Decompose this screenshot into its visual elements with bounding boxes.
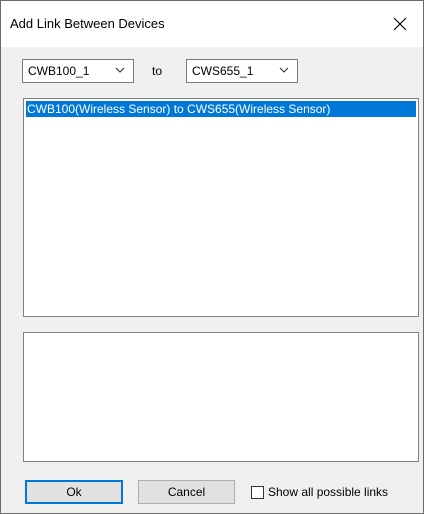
add-link-dialog: Add Link Between Devices CWB100_1 to CWS… bbox=[0, 0, 424, 514]
show-all-links-label: Show all possible links bbox=[268, 485, 389, 499]
cancel-button-label: Cancel bbox=[167, 485, 206, 499]
list-item[interactable]: CWB100(Wireless Sensor) to CWS655(Wirele… bbox=[26, 101, 416, 117]
from-device-value: CWB100_1 bbox=[28, 64, 90, 78]
link-details-box[interactable] bbox=[23, 332, 419, 462]
close-button[interactable] bbox=[377, 1, 423, 47]
to-label: to bbox=[152, 64, 163, 78]
dialog-title: Add Link Between Devices bbox=[10, 16, 165, 31]
ok-button-label: Ok bbox=[66, 485, 82, 499]
chevron-down-icon bbox=[115, 67, 125, 73]
from-device-dropdown[interactable]: CWB100_1 bbox=[22, 59, 134, 83]
cancel-button[interactable]: Cancel bbox=[138, 480, 235, 504]
to-device-value: CWS655_1 bbox=[192, 64, 254, 78]
ok-button[interactable]: Ok bbox=[25, 480, 123, 504]
to-device-dropdown[interactable]: CWS655_1 bbox=[186, 59, 298, 83]
close-icon bbox=[393, 17, 407, 31]
title-bar: Add Link Between Devices bbox=[1, 1, 423, 47]
links-listbox[interactable]: CWB100(Wireless Sensor) to CWS655(Wirele… bbox=[23, 98, 419, 317]
chevron-down-icon bbox=[279, 67, 289, 73]
show-all-links-checkbox[interactable] bbox=[251, 485, 264, 499]
show-all-links-option[interactable]: Show all possible links bbox=[251, 484, 388, 500]
